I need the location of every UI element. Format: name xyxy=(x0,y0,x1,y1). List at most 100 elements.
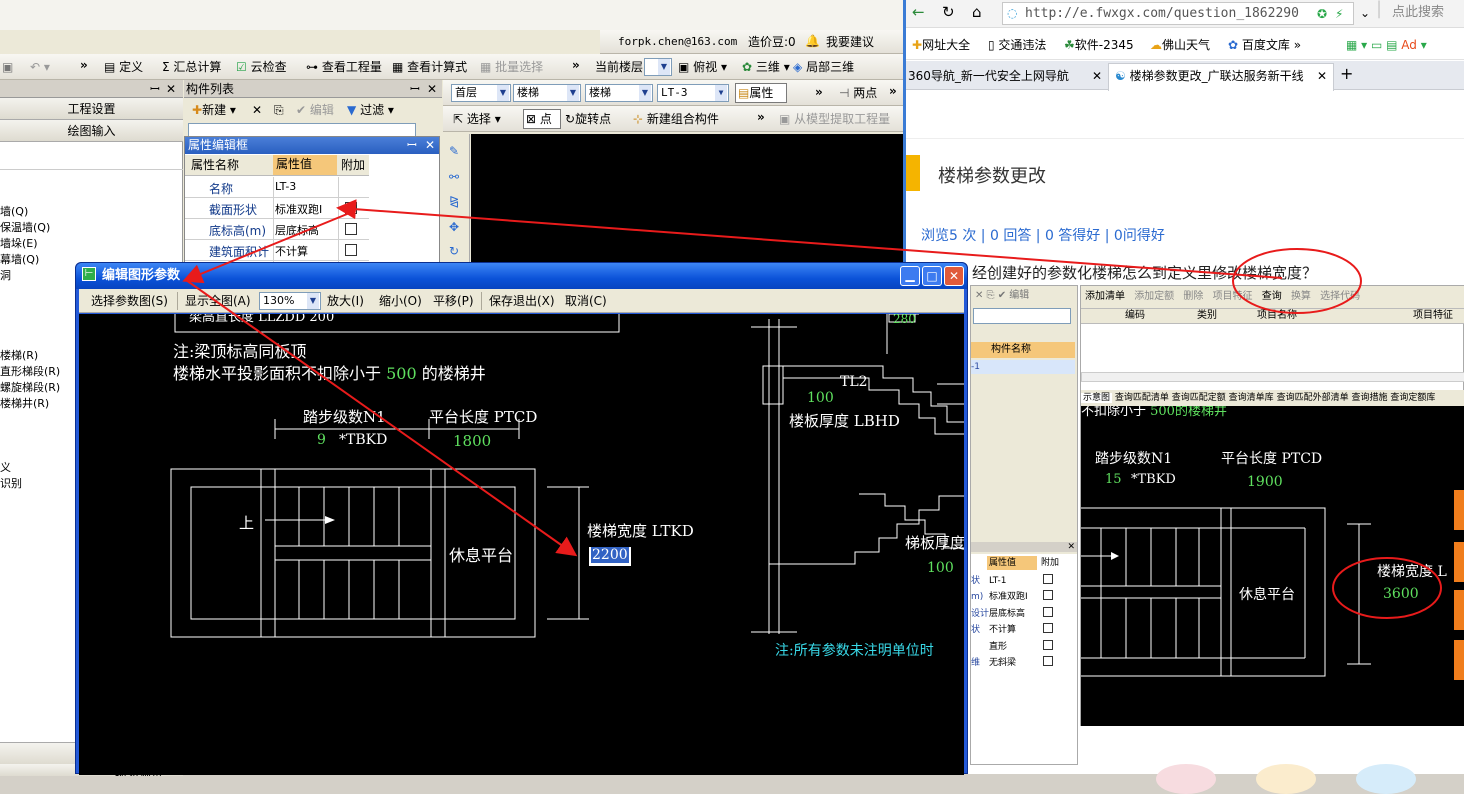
search-input[interactable] xyxy=(188,123,416,137)
tree-item[interactable]: 识别 xyxy=(0,476,60,492)
chevron-down-icon[interactable]: ⌄ xyxy=(1360,4,1370,22)
prop-value[interactable]: 层底标高 xyxy=(275,222,319,238)
table-row[interactable]: 名称 LT-3 xyxy=(185,177,369,198)
point-button[interactable]: ⊠ 点 xyxy=(523,109,561,129)
tree-item[interactable]: 直形梯段(R) xyxy=(0,364,60,380)
security-icon[interactable]: ✪ xyxy=(1317,5,1327,23)
nav-draw-input[interactable]: 绘图输入 xyxy=(0,120,183,142)
pin-icon[interactable]: ꟷ xyxy=(410,80,420,98)
apps-icon[interactable]: ▦ ▾ ▭ ▤ Ad ▾ xyxy=(1346,36,1427,54)
tree-item[interactable]: 楼梯(R) xyxy=(0,348,60,364)
draw-icon[interactable]: ✎ xyxy=(449,142,459,160)
prop-value[interactable]: 标准双跑I xyxy=(275,201,337,217)
tree-item[interactable]: 螺旋梯段(R) xyxy=(0,380,60,396)
table-row[interactable]: 底标高(m) 层底标高 xyxy=(185,219,369,240)
more-icon-4[interactable]: » xyxy=(889,82,897,100)
param-drawing[interactable]: 梁高直长度 LLZDD 200 注:梁顶标高同板顶 楼梯水平投影面积不扣除小于 … xyxy=(79,314,964,775)
extract-quantity-button[interactable]: ▣ 从模型提取工程量 xyxy=(779,110,890,128)
minimize-button[interactable]: ▁ xyxy=(900,266,920,286)
speed-icon[interactable]: ⚡ xyxy=(1335,5,1343,23)
slab-thickness-value[interactable]: 100 xyxy=(807,390,834,406)
table-row[interactable]: 建筑面积计 不计算 xyxy=(185,240,369,261)
tree-item[interactable]: 墙(Q) xyxy=(0,204,60,220)
batch-select-button[interactable]: ▦ 批量选择 xyxy=(480,58,543,76)
define-button[interactable]: ▤ 定义 xyxy=(104,58,143,76)
select-button[interactable]: ⇱ 选择 ▾ xyxy=(453,110,501,128)
rotate-icon[interactable]: ↻ xyxy=(449,242,459,260)
3d-button[interactable]: ✿ 三维 ▾ xyxy=(742,58,790,76)
checkbox[interactable] xyxy=(345,202,357,214)
url-text[interactable]: http://e.fwxgx.com/question_1862290 xyxy=(1025,5,1299,23)
zoom-select[interactable]: 130% xyxy=(259,292,321,310)
tree-item[interactable]: 保温墙(Q) xyxy=(0,220,60,236)
move-icon[interactable]: ✥ xyxy=(449,218,459,236)
two-point-button[interactable]: ⊣ 两点 xyxy=(839,84,877,102)
close-icon[interactable]: ✕ xyxy=(425,136,435,154)
side-tab[interactable] xyxy=(1454,542,1464,582)
close-button[interactable]: ✕ xyxy=(944,266,964,286)
type-select[interactable]: 楼梯 xyxy=(513,84,581,102)
rotate-point-button[interactable]: ↻旋转点 xyxy=(565,110,611,128)
tree-item[interactable]: 楼梯井(R) xyxy=(0,396,60,412)
split-icon[interactable]: ⚯ xyxy=(449,168,459,186)
home-icon[interactable]: ⌂ xyxy=(972,3,982,21)
view-formula-button[interactable]: ▦ 查看计算式 xyxy=(392,58,467,76)
delete-icon[interactable]: ✕ xyxy=(252,101,262,119)
bookmark-item[interactable]: ✚网址大全 xyxy=(912,36,970,54)
component-select[interactable]: LT-3 xyxy=(657,84,729,102)
side-tab[interactable] xyxy=(1454,640,1464,680)
zoom-in-button[interactable]: 放大(I) xyxy=(327,292,364,310)
bookmark-item[interactable]: ☘软件-2345 xyxy=(1064,36,1134,54)
current-floor-select[interactable] xyxy=(644,58,672,76)
bookmark-item[interactable]: ☁佛山天气 xyxy=(1150,36,1210,54)
pan-button[interactable]: 平移(P) xyxy=(433,292,474,310)
tree-item[interactable]: 义 xyxy=(0,460,60,476)
new-group-button[interactable]: ⊹ 新建组合构件 xyxy=(633,110,719,128)
beam-width-value[interactable]: 280 xyxy=(893,314,916,326)
filter-button[interactable]: ▼ 过滤 ▾ xyxy=(347,101,394,119)
account-email[interactable]: forpk.chen@163.com xyxy=(618,33,737,51)
pin-icon[interactable]: ꟷ xyxy=(150,80,160,98)
close-icon[interactable]: ✕ xyxy=(427,80,437,98)
platform-length-value[interactable]: 1800 xyxy=(453,432,491,450)
partial-3d-button[interactable]: ◈ 局部三维 xyxy=(793,58,854,76)
sum-calc-button[interactable]: Σ 汇总计算 xyxy=(162,58,221,76)
more-icon-5[interactable]: » xyxy=(757,108,765,126)
checkbox[interactable] xyxy=(345,244,357,256)
more-icon-3[interactable]: » xyxy=(815,83,823,101)
view-quantity-button[interactable]: ⊶ 查看工程量 xyxy=(306,58,382,76)
suggest-button[interactable]: 我要建议 xyxy=(826,33,874,51)
bookmark-item[interactable]: ▯ 交通违法 xyxy=(988,36,1046,54)
url-input[interactable]: ◌ http://e.fwxgx.com/question_1862290 ✪ … xyxy=(1002,2,1354,25)
maximize-button[interactable]: □ xyxy=(922,266,942,286)
bell-icon[interactable]: 🔔 xyxy=(805,32,820,50)
stair-width-input[interactable]: 2200 xyxy=(589,547,631,566)
tab-360[interactable]: 360导航_新一代安全上网导航 ✕ xyxy=(906,64,1106,90)
edit-button[interactable]: ✔ 编辑 xyxy=(296,101,334,119)
nav-project-settings[interactable]: 工程设置 xyxy=(0,98,183,120)
bookmark-item[interactable]: ✿ 百度文库 » xyxy=(1228,36,1301,54)
stair-width-value[interactable]: 2200 xyxy=(591,547,629,563)
pin-icon[interactable]: ꟷ xyxy=(407,136,417,154)
stair-slab-thickness-value[interactable]: 100 xyxy=(927,560,954,576)
show-all-button[interactable]: 显示全图(A) xyxy=(185,292,251,310)
topview-button[interactable]: ▣ 俯视 ▾ xyxy=(678,58,727,76)
search-box[interactable]: 点此搜索 xyxy=(1392,4,1444,22)
refresh-icon[interactable]: ↻ xyxy=(942,3,955,21)
table-row[interactable]: 截面形状 标准双跑I xyxy=(185,198,369,219)
property-button[interactable]: ▤属性 xyxy=(735,83,787,103)
floor-select[interactable]: 首层 xyxy=(451,84,511,102)
prop-value[interactable]: 不计算 xyxy=(275,243,308,259)
more-icon[interactable]: » xyxy=(80,56,88,74)
steps-value[interactable]: 9 xyxy=(317,432,326,448)
select-param-figure-button[interactable]: 选择参数图(S) xyxy=(91,292,168,310)
cloud-check-button[interactable]: ☑ 云检查 xyxy=(236,58,287,76)
subtype-select[interactable]: 楼梯 xyxy=(585,84,653,102)
side-tab[interactable] xyxy=(1454,590,1464,630)
tree-item[interactable]: 幕墙(Q) xyxy=(0,252,60,268)
prop-value[interactable]: LT-3 xyxy=(275,180,296,193)
mirror-icon[interactable]: ⧎ xyxy=(449,192,459,210)
cancel-button[interactable]: 取消(C) xyxy=(565,292,607,310)
tab-current[interactable]: ☯ 楼梯参数更改_广联达服务新干线 ✕ xyxy=(1108,63,1334,91)
tree-item[interactable]: 洞 xyxy=(0,268,60,284)
